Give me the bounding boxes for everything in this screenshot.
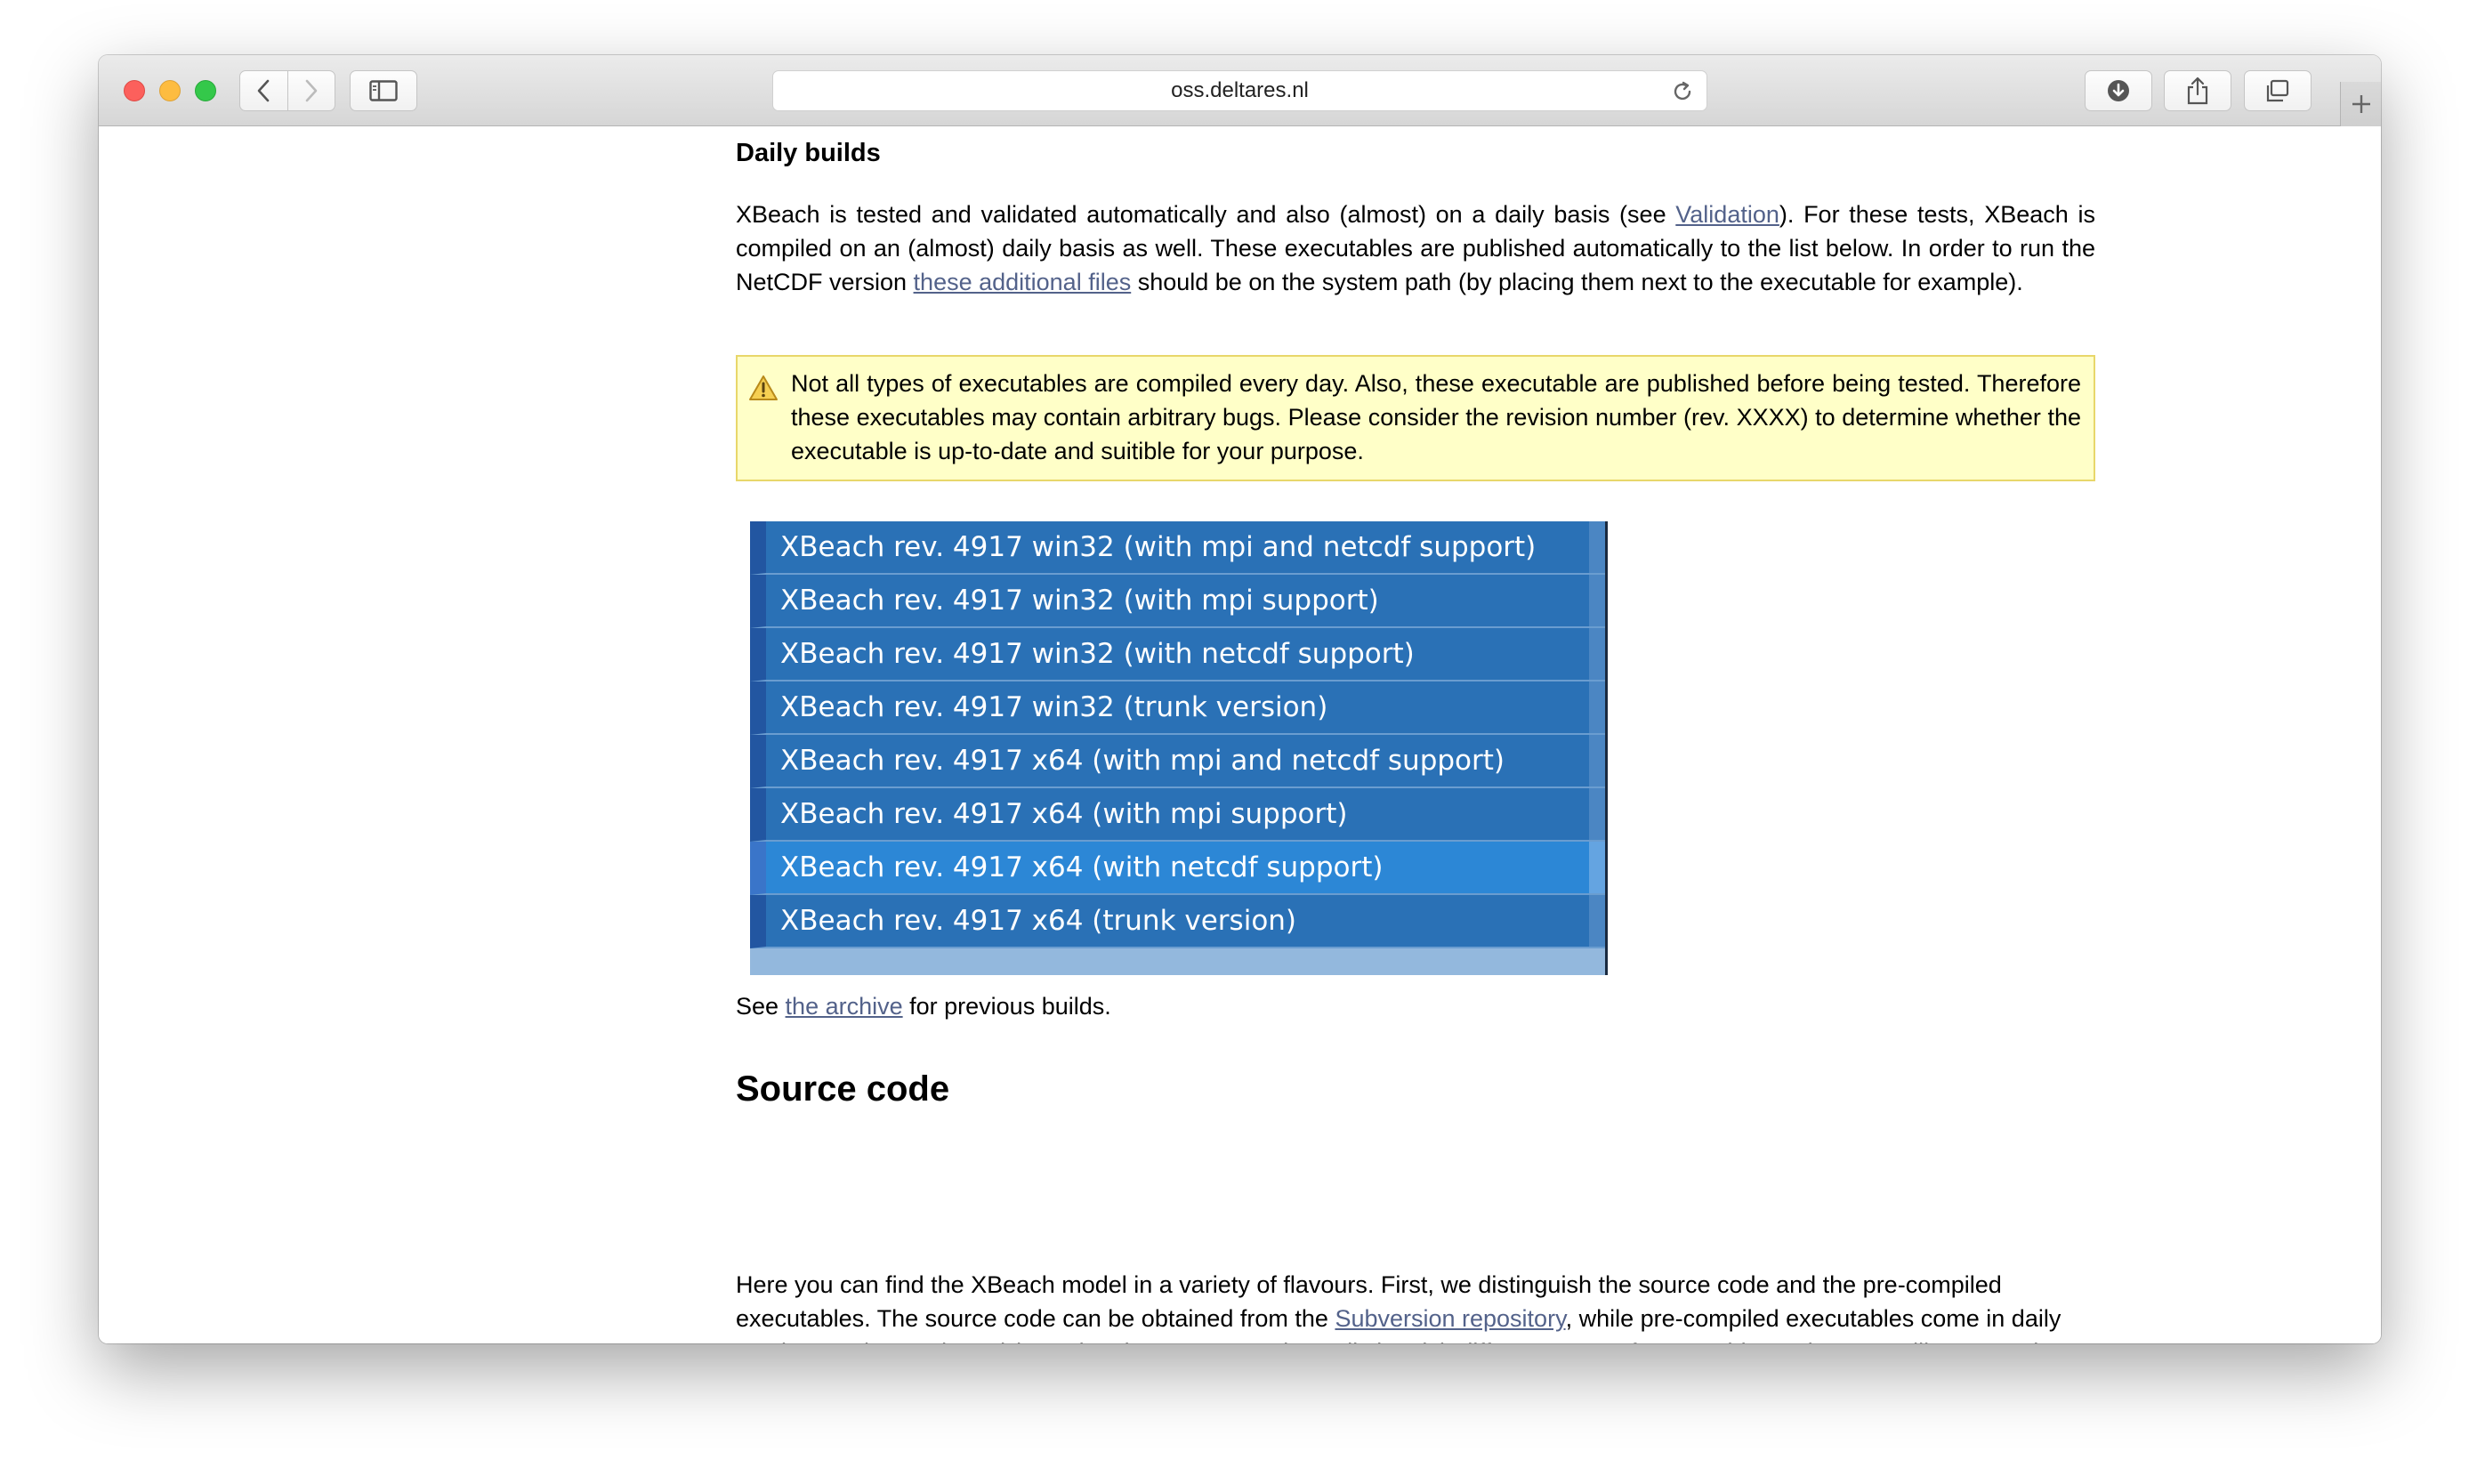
download-item-x64-mpi-netcdf[interactable]: XBeach rev. 4917 x64 (with mpi and netcd… [750, 735, 1605, 788]
download-item-win32-netcdf[interactable]: XBeach rev. 4917 win32 (with netcdf supp… [750, 628, 1605, 682]
sidebar-toggle-button[interactable] [350, 70, 417, 111]
zoom-window-button[interactable] [195, 80, 216, 101]
warning-icon [748, 375, 779, 406]
navigation-buttons [239, 70, 335, 111]
download-item-x64-mpi[interactable]: XBeach rev. 4917 x64 (with mpi support) [750, 788, 1605, 842]
source-code-paragraph: Here you can find the XBeach model in a … [736, 1268, 2115, 1343]
tabs-icon [2266, 79, 2289, 102]
download-icon [2108, 80, 2129, 101]
download-item-win32-trunk[interactable]: XBeach rev. 4917 win32 (trunk version) [750, 682, 1605, 735]
url-text: oss.deltares.nl [1171, 78, 1309, 102]
back-button[interactable] [240, 71, 287, 110]
subversion-repository-link[interactable]: Subversion repository [1335, 1305, 1565, 1332]
browser-window: oss.deltares.nl Daily builds XBeach is t… [99, 55, 2381, 1343]
archive-note: See the archive for previous builds. [736, 989, 1111, 1023]
address-bar[interactable]: oss.deltares.nl [772, 70, 1707, 111]
download-list: XBeach rev. 4917 win32 (with mpi and net… [750, 521, 1608, 975]
validation-link[interactable]: Validation [1675, 201, 1779, 228]
reload-button[interactable] [1671, 80, 1694, 108]
forward-button[interactable] [286, 71, 335, 110]
reload-icon [1674, 81, 1691, 101]
sidebar-icon [369, 80, 398, 101]
tab-overview-button[interactable] [2244, 70, 2312, 111]
intro-text-1: XBeach is tested and validated automatic… [736, 201, 1676, 228]
warning-text: Not all types of executables are compile… [791, 370, 2081, 464]
download-item-win32-mpi-netcdf[interactable]: XBeach rev. 4917 win32 (with mpi and net… [750, 521, 1605, 575]
archive-link[interactable]: the archive [786, 993, 903, 1020]
browser-toolbar: oss.deltares.nl [99, 55, 2381, 126]
warning-box: Not all types of executables are compile… [736, 355, 2095, 481]
chevron-left-icon [258, 79, 270, 102]
archive-text-1: See [736, 993, 786, 1020]
close-window-button[interactable] [124, 80, 145, 101]
archive-text-2: for previous builds. [902, 993, 1111, 1020]
share-button[interactable] [2164, 70, 2231, 111]
daily-builds-heading: Daily builds [736, 139, 881, 167]
share-icon [2187, 77, 2208, 105]
intro-text-3: should be on the system path (by placing… [1131, 269, 2023, 295]
plus-icon [2352, 95, 2370, 113]
additional-files-link[interactable]: these additional files [914, 269, 1132, 295]
chevron-right-icon [305, 79, 318, 102]
minimize-window-button[interactable] [159, 80, 181, 101]
download-item-x64-netcdf[interactable]: XBeach rev. 4917 x64 (with netcdf suppor… [750, 842, 1605, 895]
download-item-x64-trunk[interactable]: XBeach rev. 4917 x64 (trunk version) [750, 895, 1605, 948]
downloads-button[interactable] [2085, 70, 2152, 111]
daily-builds-intro: XBeach is tested and validated automatic… [736, 198, 2095, 299]
new-tab-button[interactable] [2340, 82, 2381, 126]
download-item-win32-mpi[interactable]: XBeach rev. 4917 win32 (with mpi support… [750, 575, 1605, 628]
source-code-heading: Source code [736, 1069, 950, 1109]
page-content[interactable]: Daily builds XBeach is tested and valida… [99, 126, 2381, 1343]
